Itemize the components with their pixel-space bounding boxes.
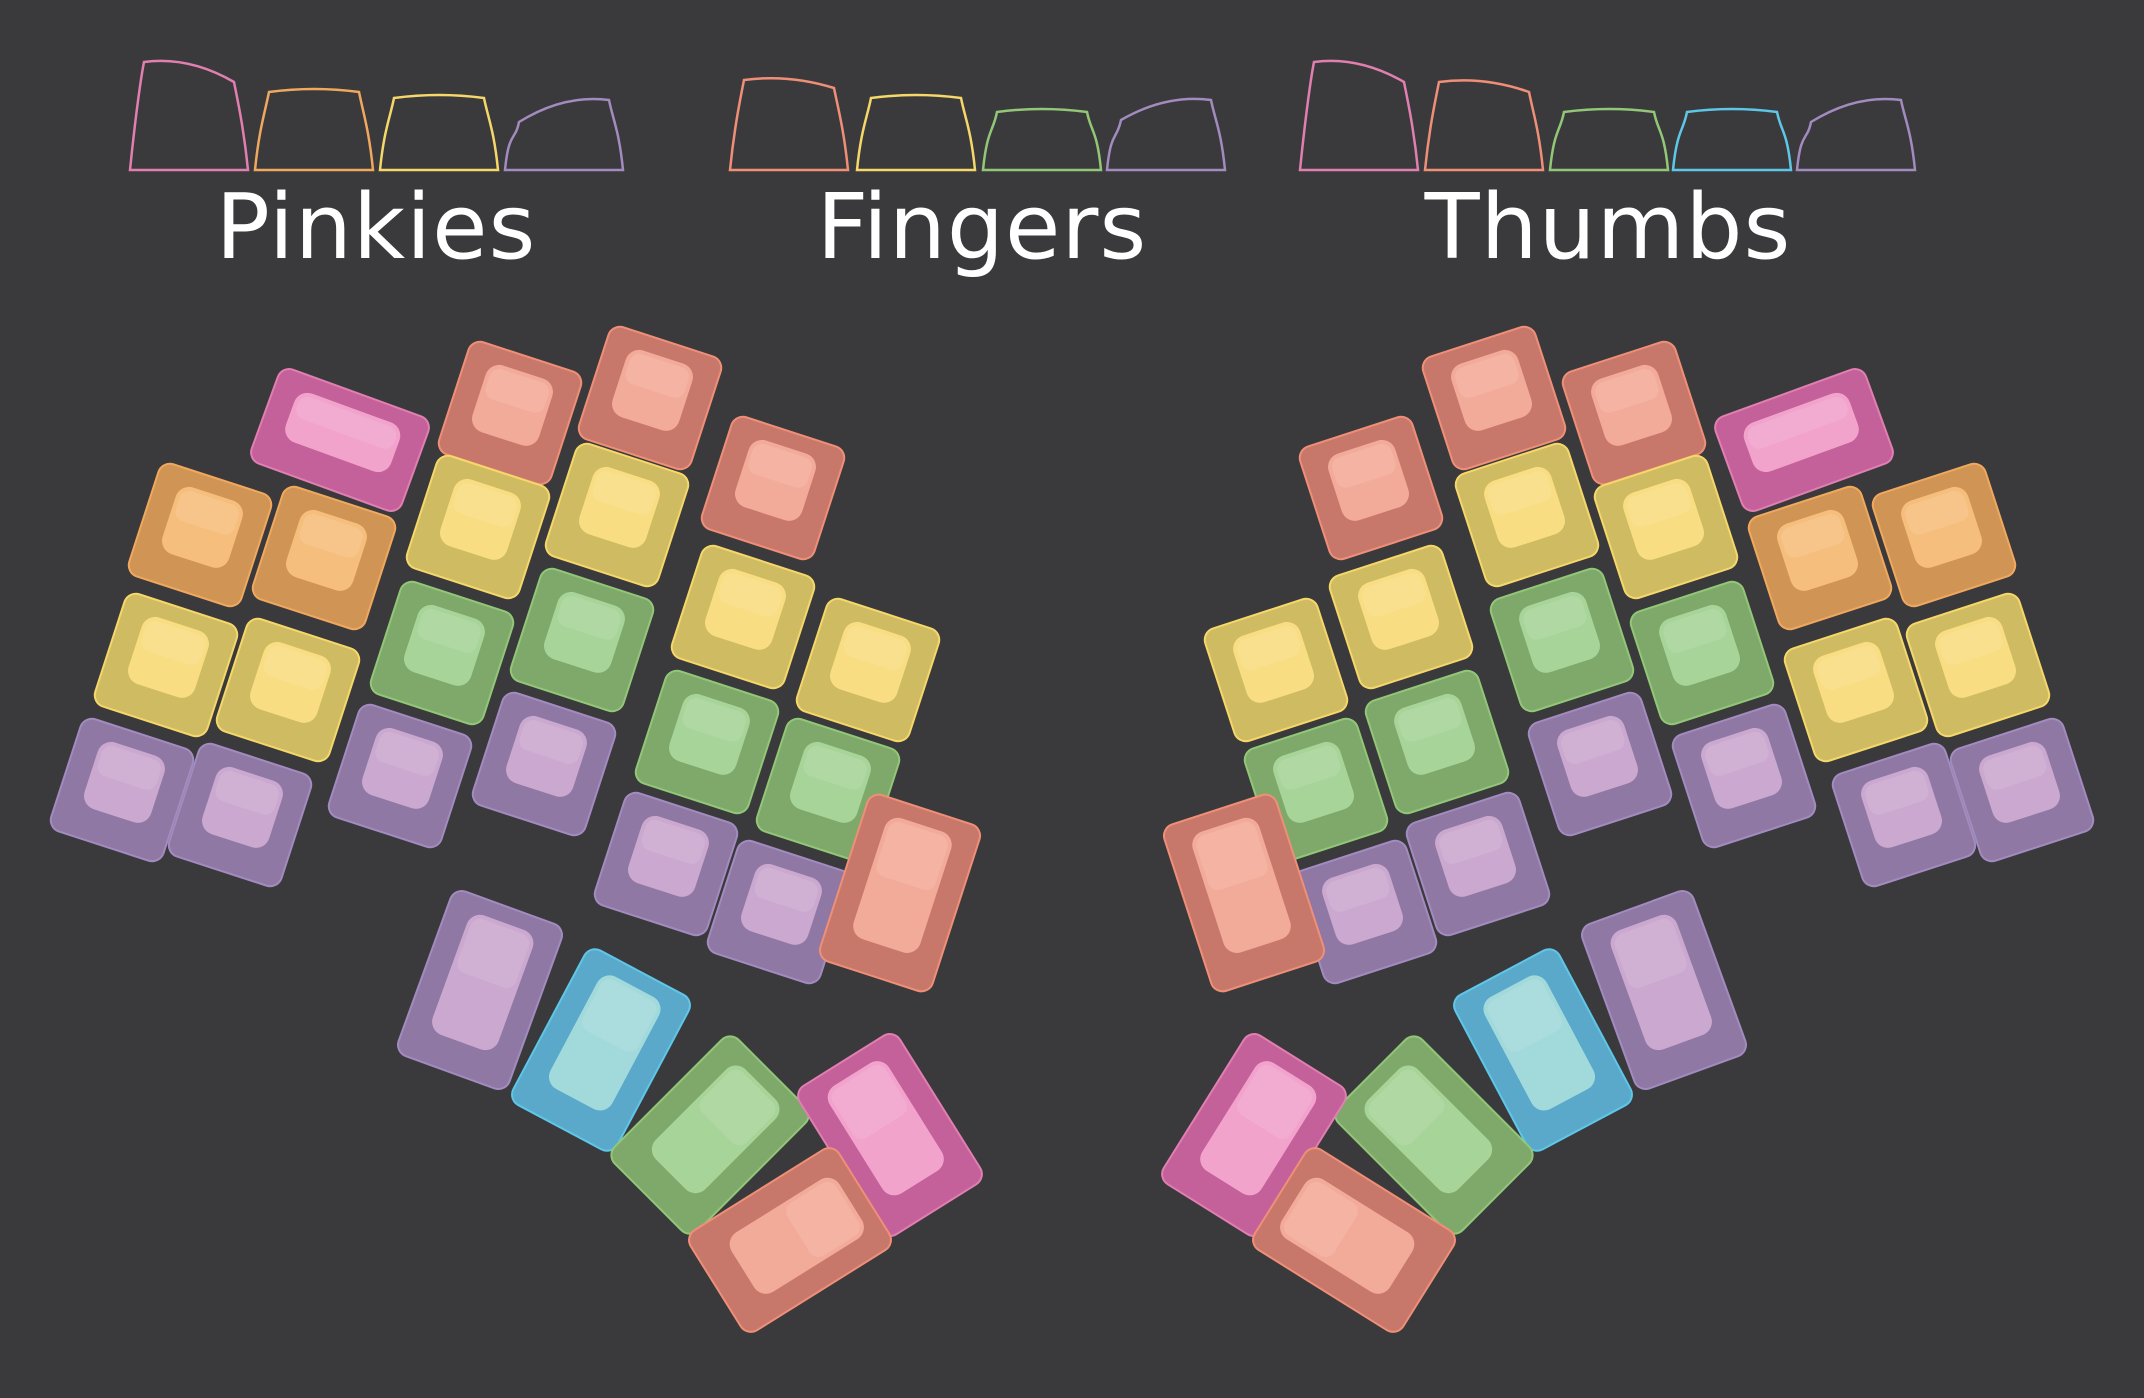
legend-pinkies-profile-r1-pink	[128, 59, 250, 172]
legend-title-thumbs: Thumbs	[1424, 175, 1792, 280]
legend-fingers-profile-r3-green	[981, 107, 1103, 172]
right-finger-key-green-16	[1489, 567, 1635, 713]
right-finger-key-yellow-14	[1203, 597, 1349, 743]
legend-fingers-profile-r1-salmon	[728, 76, 850, 172]
right-pinky-key-pink-1	[1714, 368, 1894, 512]
legend-title-fingers: Fingers	[816, 175, 1148, 280]
legend-pinkies-profile-r2-orange	[253, 87, 375, 172]
legend-fingers-profile-r2-yellow	[855, 93, 977, 172]
left-finger-key-purple-19	[327, 703, 473, 849]
legend-thumbs-profile-r3-green	[1548, 107, 1670, 172]
split-keyboard	[49, 325, 2095, 1333]
legend-fingers-profile-r4-purple	[1105, 97, 1227, 172]
right-finger-key-green-15	[1629, 580, 1775, 726]
legend-pinkies-profile-r3-yellow	[378, 93, 500, 172]
right-finger-key-purple-20	[1527, 691, 1673, 837]
right-finger-key-yellow-13	[1328, 544, 1474, 690]
left-pinky-key-pink-1	[250, 368, 430, 512]
right-finger-key-purple-19	[1671, 703, 1817, 849]
left-finger-key-purple-20	[471, 691, 617, 837]
left-finger-key-green-16	[509, 567, 655, 713]
right-finger-key-salmon-10	[1298, 415, 1444, 561]
right-keyboard-half	[1161, 325, 2095, 1333]
left-finger-key-yellow-14	[795, 597, 941, 743]
left-finger-key-green-15	[369, 580, 515, 726]
legend-thumbs-profile-r5-purple	[1795, 97, 1917, 172]
legend-thumbs-profile-r4-blue	[1671, 107, 1793, 172]
left-finger-key-green-17	[634, 669, 780, 815]
left-keyboard-half	[49, 325, 983, 1333]
legend-thumbs-profile-r1-pink	[1298, 59, 1420, 172]
right-finger-key-green-17	[1364, 669, 1510, 815]
keyboard-colour-diagram: Pinkies Fingers Thumbs	[0, 0, 2144, 1394]
left-finger-key-yellow-13	[670, 544, 816, 690]
legend-title-pinkies: Pinkies	[215, 175, 537, 280]
legend-keycap-profiles	[128, 59, 1917, 172]
legend-pinkies-profile-r4-purple	[503, 97, 625, 172]
legend-thumbs-profile-r2-salmon	[1423, 79, 1545, 172]
left-finger-key-salmon-10	[700, 415, 846, 561]
